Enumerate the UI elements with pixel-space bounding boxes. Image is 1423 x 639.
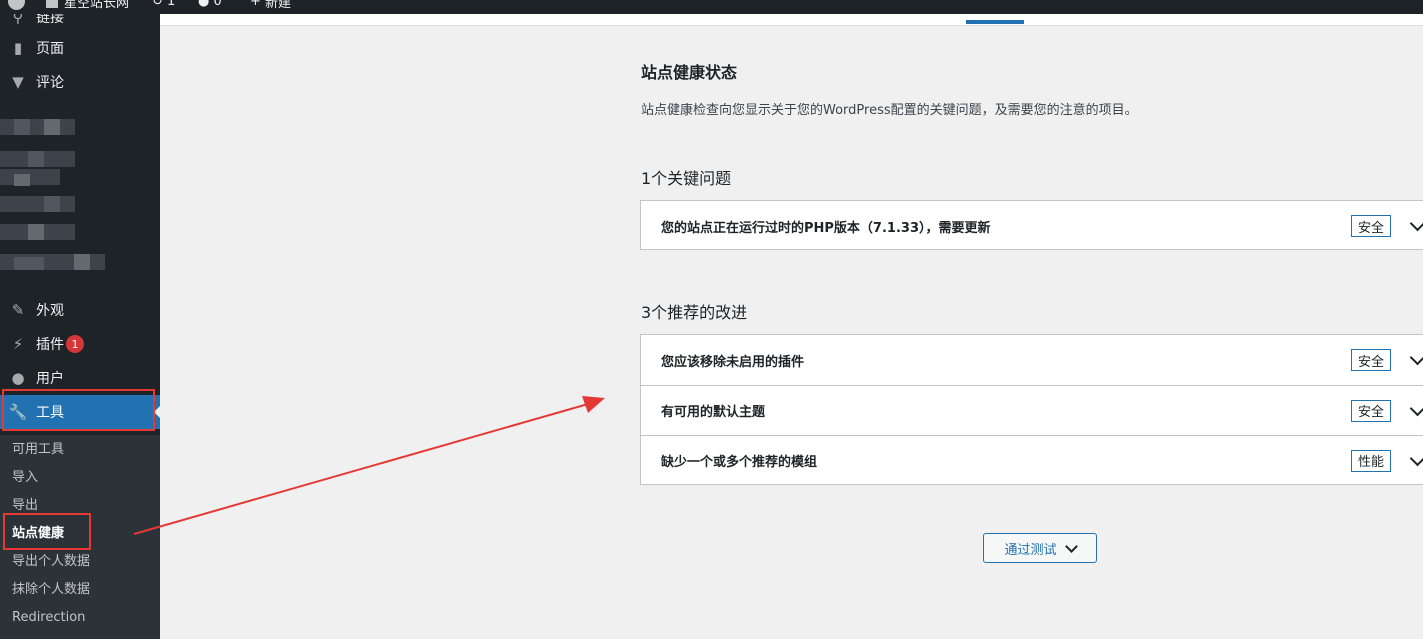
admin-bar: 星空站长网 ↻ 1 ● 0 + 新建 [0, 0, 1423, 14]
issue-row[interactable]: 您的站点正在运行过时的PHP版本（7.1.33），需要更新 安全 [641, 201, 1423, 251]
issue-badge: 安全 [1351, 349, 1392, 371]
link-icon: ⚲ [12, 14, 24, 26]
refresh-icon: ↻ [152, 0, 163, 9]
active-tab-indicator [966, 20, 1024, 24]
issue-badge: 安全 [1351, 215, 1392, 237]
passed-tests-label: 通过测试 [1004, 542, 1057, 558]
submenu-redirection[interactable]: Redirection [12, 608, 85, 628]
appearance-icon: ✎ [11, 301, 25, 319]
recommended-improvements-panel: 您应该移除未启用的插件 安全 有可用的默认主题 安全 缺少一个或多个推荐的模组 … [640, 334, 1423, 485]
chevron-down-icon [1064, 539, 1078, 553]
plugins-icon: ⚡ [12, 335, 24, 353]
issue-badge: 性能 [1351, 449, 1392, 472]
comments-link[interactable]: ● 0 [198, 0, 222, 11]
menu-pages[interactable]: ▮ 页面 [0, 31, 160, 65]
page-description: 站点健康检查向您显示关于您的WordPress配置的关键问题，及需要您的注意的项… [641, 103, 1138, 118]
new-content-link[interactable]: + 新建 [250, 0, 291, 11]
menu-comments[interactable]: ▼ 评论 [0, 65, 160, 99]
chevron-down-icon[interactable] [1407, 215, 1423, 236]
issue-title: 缺少一个或多个推荐的模组 [661, 455, 818, 470]
passed-tests-button[interactable]: 通过测试 [983, 533, 1097, 563]
submenu-available-tools[interactable]: 可用工具 [12, 440, 64, 460]
site-name-link[interactable]: 星空站长网 [46, 0, 129, 11]
plus-icon: + [250, 0, 261, 9]
users-icon: ● [11, 369, 25, 387]
wordpress-logo-icon[interactable] [8, 0, 31, 11]
highlight-tools-box [2, 389, 155, 431]
plugin-update-badge: 1 [66, 335, 84, 353]
page-title: 站点健康状态 [641, 63, 738, 82]
issue-badge: 安全 [1351, 399, 1392, 422]
chevron-down-icon[interactable] [1407, 400, 1423, 421]
issue-row[interactable]: 有可用的默认主题 安全 [641, 385, 1423, 435]
highlight-site-health-box [3, 513, 91, 550]
active-menu-notch [154, 404, 162, 420]
submenu-export-personal-data[interactable]: 导出个人数据 [12, 552, 90, 572]
comment-bubble-icon: ● [198, 0, 210, 9]
submenu-import[interactable]: 导入 [12, 468, 38, 488]
issue-row[interactable]: 您应该移除未启用的插件 安全 [641, 335, 1423, 385]
menu-appearance[interactable]: ✎ 外观 [0, 293, 160, 327]
recommended-improvements-heading: 3个推荐的改进 [641, 303, 748, 322]
issue-title: 您应该移除未启用的插件 [661, 354, 805, 370]
header-tab-strip [160, 14, 1423, 26]
comment-icon: ▼ [12, 73, 24, 91]
page-icon: ▮ [13, 39, 23, 57]
submenu-erase-personal-data[interactable]: 抹除个人数据 [12, 580, 90, 600]
updates-link[interactable]: ↻ 1 [152, 0, 175, 11]
home-icon [46, 0, 58, 8]
chevron-down-icon[interactable] [1407, 349, 1423, 370]
issue-title: 您的站点正在运行过时的PHP版本（7.1.33），需要更新 [661, 220, 991, 236]
issue-row[interactable]: 缺少一个或多个推荐的模组 性能 [641, 435, 1423, 485]
critical-issues-panel: 您的站点正在运行过时的PHP版本（7.1.33），需要更新 安全 [640, 200, 1423, 250]
chevron-down-icon[interactable] [1407, 450, 1423, 471]
issue-title: 有可用的默认主题 [661, 405, 766, 420]
critical-issues-heading: 1个关键问题 [641, 169, 732, 188]
menu-plugins[interactable]: ⚡ 插件 1 [0, 327, 160, 361]
